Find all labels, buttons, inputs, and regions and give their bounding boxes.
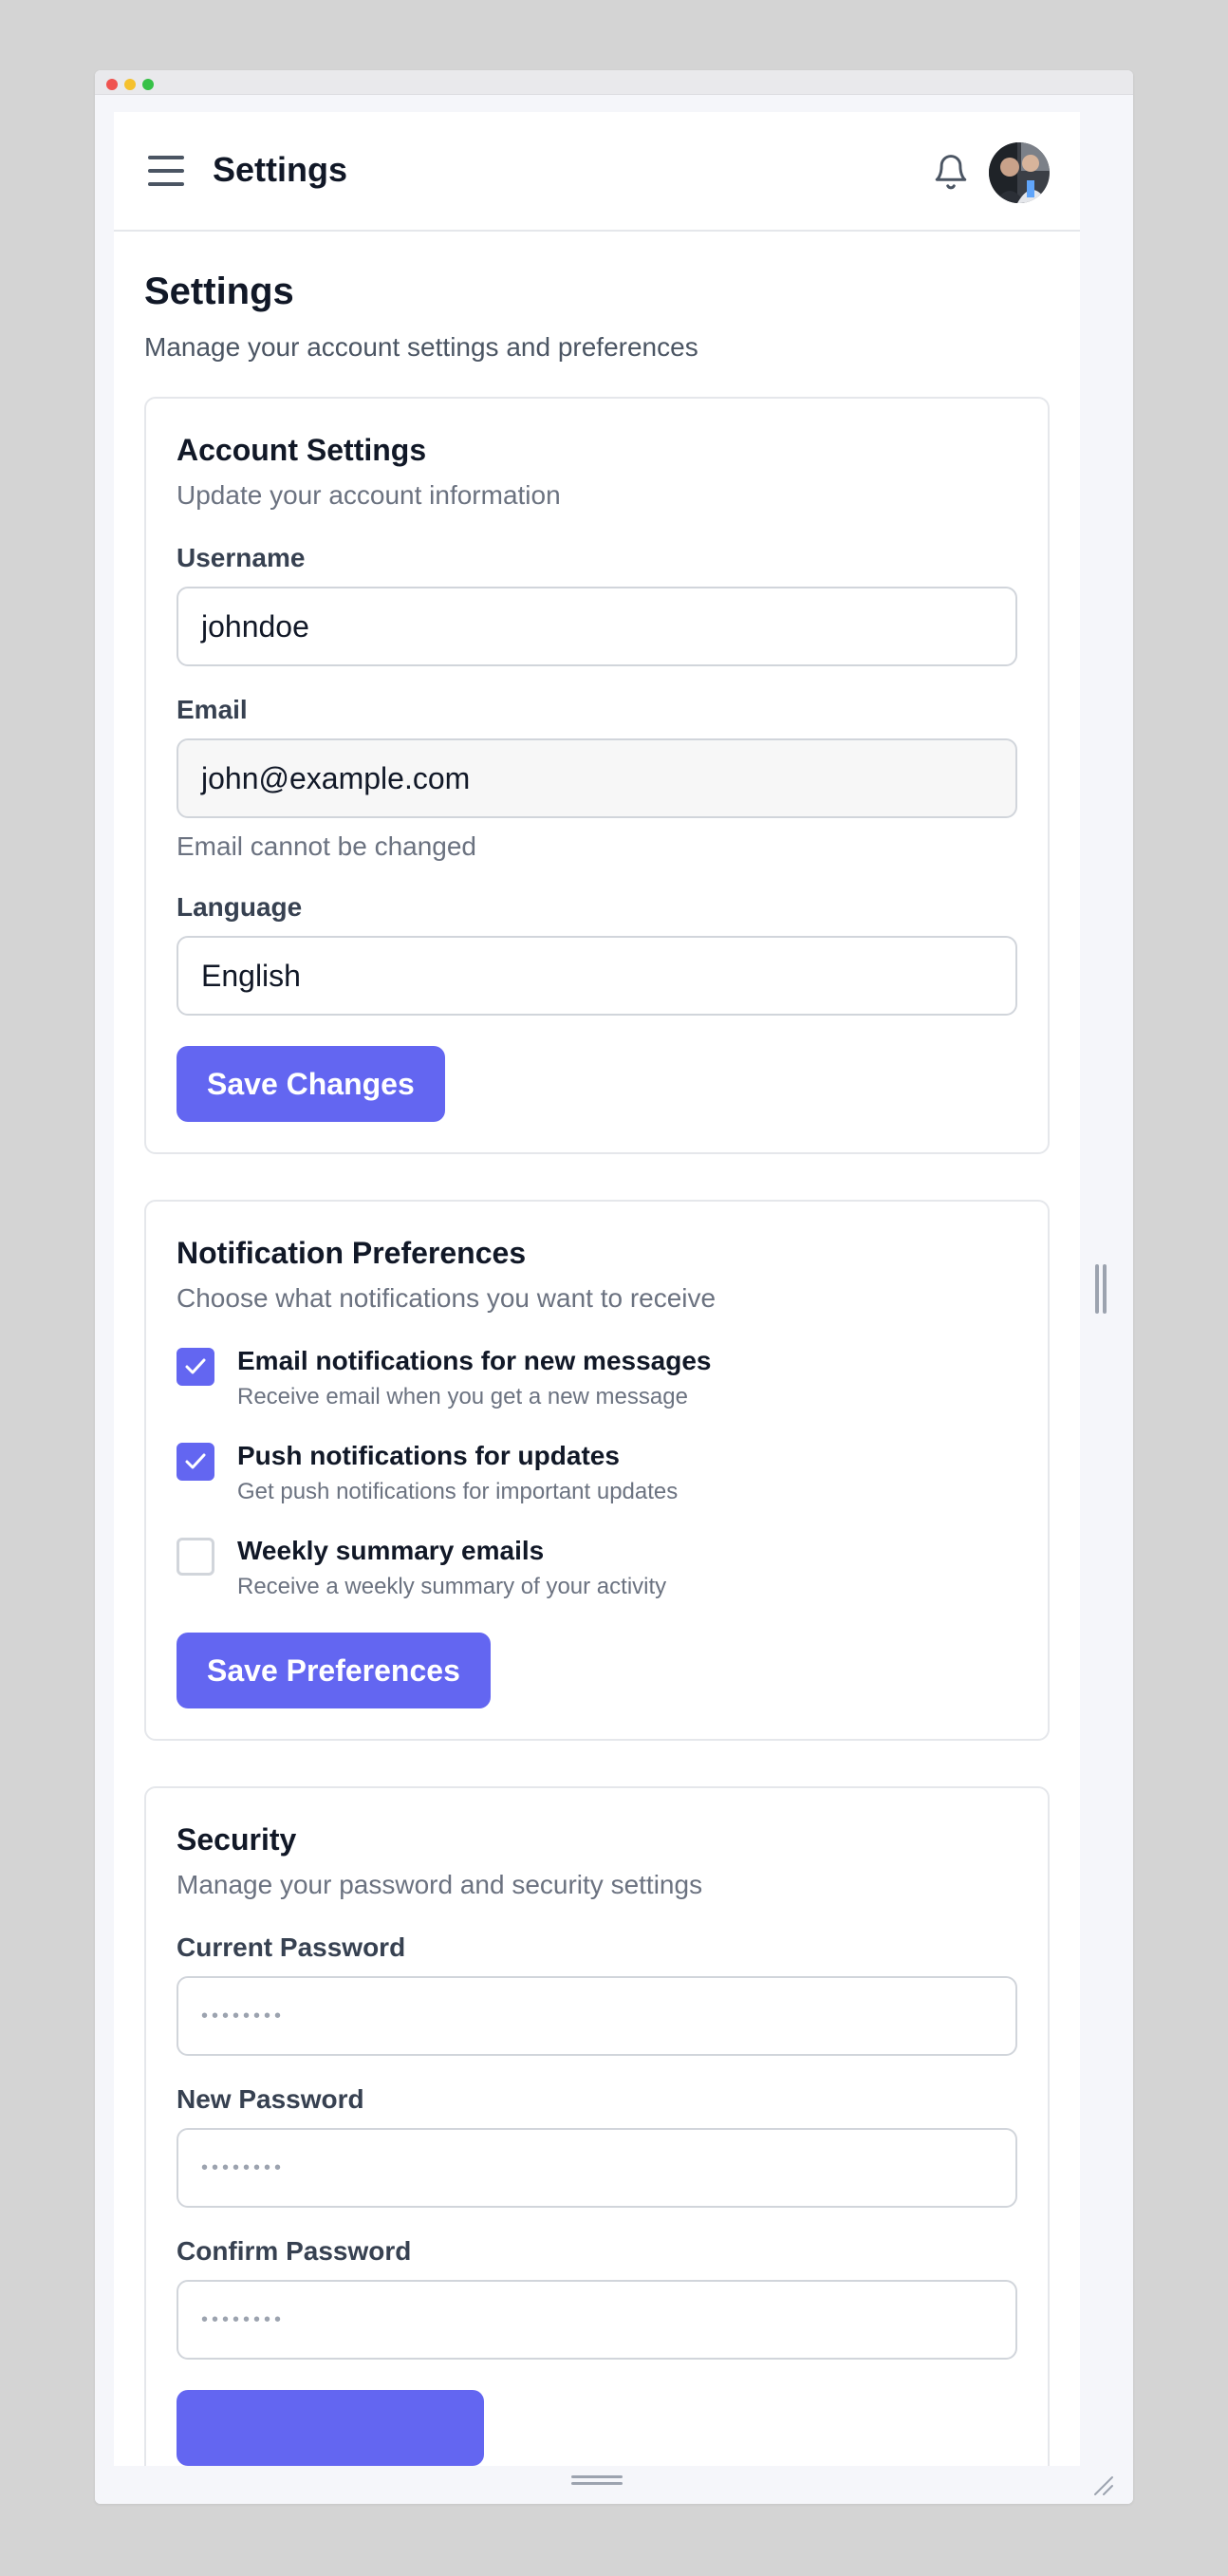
new-password-label: New Password — [177, 2084, 364, 2114]
maximize-window-dot[interactable] — [142, 79, 154, 90]
security-title: Security — [177, 1822, 297, 1857]
weekly-summary-label: Weekly summary emails — [237, 1536, 545, 1565]
notification-preferences-card: Notification Preferences Choose what not… — [144, 1200, 1050, 1741]
username-field-group: Username johndoe — [177, 541, 1017, 666]
hamburger-menu-icon[interactable] — [148, 156, 184, 186]
save-changes-button[interactable]: Save Changes — [177, 1046, 445, 1122]
user-avatar[interactable] — [989, 142, 1050, 203]
email-notifications-description: Receive email when you get a new message — [237, 1384, 688, 1409]
email-label: Email — [177, 695, 248, 724]
push-notifications-checkbox[interactable] — [177, 1443, 214, 1481]
account-settings-title: Account Settings — [177, 433, 427, 467]
language-select[interactable]: English — [177, 936, 1017, 1016]
email-help-text: Email cannot be changed — [177, 831, 476, 861]
confirm-password-field-group: Confirm Password •••••••• — [177, 2234, 1017, 2360]
notification-option-push[interactable]: Push notifications for updates Get push … — [177, 1439, 1017, 1507]
settings-content: Settings Manage your account settings an… — [114, 268, 1080, 2466]
current-password-input[interactable]: •••••••• — [177, 1976, 1017, 2056]
new-password-field-group: New Password •••••••• — [177, 2082, 1017, 2208]
navbar-title: Settings — [213, 150, 348, 189]
language-label: Language — [177, 892, 303, 922]
email-input: john@example.com — [177, 738, 1017, 818]
notification-preferences-description: Choose what notifications you want to re… — [177, 1283, 716, 1313]
email-notifications-checkbox[interactable] — [177, 1348, 214, 1386]
security-description: Manage your password and security settin… — [177, 1870, 703, 1899]
current-password-field-group: Current Password •••••••• — [177, 1931, 1017, 2056]
bell-icon[interactable] — [932, 150, 970, 194]
page-subtitle: Manage your account settings and prefere… — [144, 332, 698, 362]
current-password-label: Current Password — [177, 1932, 406, 1962]
confirm-password-input[interactable]: •••••••• — [177, 2280, 1017, 2360]
app-viewport: Settings Settings Manage your account se… — [114, 112, 1080, 2466]
push-notifications-label: Push notifications for updates — [237, 1441, 620, 1470]
security-card: Security Manage your password and securi… — [144, 1786, 1050, 2466]
top-navbar: Settings — [114, 112, 1080, 232]
push-notifications-description: Get push notifications for important upd… — [237, 1479, 679, 1504]
page-title: Settings — [144, 271, 294, 312]
drag-handle-icon[interactable] — [571, 2475, 623, 2487]
notification-preferences-title: Notification Preferences — [177, 1236, 527, 1270]
window-chrome-bar — [95, 70, 1133, 95]
email-field-group: Email john@example.com Email cannot be c… — [177, 693, 1017, 864]
checkmark-icon — [185, 1358, 206, 1374]
username-label: Username — [177, 543, 306, 572]
save-preferences-button[interactable]: Save Preferences — [177, 1633, 491, 1708]
weekly-summary-description: Receive a weekly summary of your activit… — [237, 1574, 667, 1599]
update-password-button[interactable] — [177, 2390, 484, 2466]
username-input[interactable]: johndoe — [177, 587, 1017, 666]
notification-option-weekly[interactable]: Weekly summary emails Receive a weekly s… — [177, 1534, 1017, 1602]
confirm-password-label: Confirm Password — [177, 2236, 412, 2266]
browser-window: Settings Settings Manage your account se… — [95, 70, 1133, 2504]
notification-option-email[interactable]: Email notifications for new messages Rec… — [177, 1344, 1017, 1412]
email-notifications-label: Email notifications for new messages — [237, 1346, 712, 1375]
resize-grip-icon[interactable] — [1091, 2473, 1114, 2496]
account-settings-description: Update your account information — [177, 480, 561, 510]
checkmark-icon — [185, 1453, 206, 1469]
vertical-resize-handle[interactable] — [1095, 1264, 1108, 1314]
window-bottom-bar — [95, 2466, 1133, 2504]
language-field-group: Language English — [177, 890, 1017, 1016]
account-settings-card: Account Settings Update your account inf… — [144, 397, 1050, 1154]
minimize-window-dot[interactable] — [124, 79, 136, 90]
new-password-input[interactable]: •••••••• — [177, 2128, 1017, 2208]
close-window-dot[interactable] — [106, 79, 118, 90]
weekly-summary-checkbox[interactable] — [177, 1538, 214, 1576]
